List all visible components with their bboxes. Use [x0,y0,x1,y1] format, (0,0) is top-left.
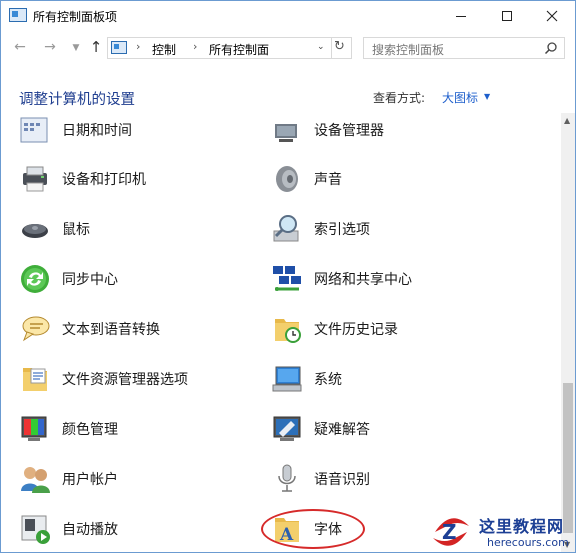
network-icon [271,263,303,295]
minimize-button[interactable] [438,1,484,31]
up-button[interactable]: ↑ [87,38,105,56]
clock-icon [19,114,51,146]
item-label: 声音 [314,172,342,188]
folder-options-icon [19,363,51,395]
speaker-icon [271,163,303,195]
view-by-chevron-icon[interactable]: ▼ [484,92,490,101]
breadcrumb-control[interactable]: 控制 [152,41,176,58]
user-accounts-icon [19,463,51,495]
search-input[interactable]: 搜索控制面板 [363,37,565,59]
item-label: 疑难解答 [314,422,370,438]
item-network-sharing[interactable]: 网络和共享中心 [271,259,412,299]
control-panel-items: 日期和时间 设备管理器 设备和打印机 声音 鼠标 索引选项 同步中心 网络和共享… [1,113,561,552]
search-icon[interactable] [544,41,558,55]
printer-icon [19,163,51,195]
item-label: 系统 [314,372,342,388]
microphone-icon [271,463,303,495]
highlight-circle [261,509,365,549]
item-text-to-speech[interactable]: 文本到语音转换 [19,309,160,349]
back-button[interactable]: ← [11,39,29,55]
close-icon [546,10,558,22]
item-label: 设备管理器 [314,123,384,139]
item-sound[interactable]: 声音 [271,159,342,199]
item-label: 自动播放 [62,522,118,538]
breadcrumb-separator-icon[interactable]: › [136,40,140,53]
item-label: 文本到语音转换 [62,322,160,338]
svg-text:Z: Z [442,520,457,544]
breadcrumb-separator-icon[interactable]: › [193,40,197,53]
refresh-button[interactable]: ↻ [334,39,345,54]
item-label: 文件历史记录 [314,322,398,338]
item-date-time[interactable]: 日期和时间 [19,113,132,150]
speech-bubble-icon [19,313,51,345]
system-icon [271,363,303,395]
item-label: 语音识别 [314,472,370,488]
item-troubleshooting[interactable]: 疑难解答 [271,409,370,449]
recent-locations-chevron-icon[interactable]: ▼ [67,43,85,53]
close-button[interactable] [529,1,575,31]
troubleshoot-icon [271,413,303,445]
watermark-url: herecours.com [487,536,569,549]
minimize-icon [456,15,466,17]
address-bar[interactable]: › 控制 › 所有控制面 ⌄ ↻ [107,37,352,59]
autoplay-icon [19,513,51,545]
item-indexing-options[interactable]: 索引选项 [271,209,370,249]
item-sync-center[interactable]: 同步中心 [19,259,118,299]
control-panel-icon [111,41,127,54]
view-by-dropdown[interactable]: 大图标 [442,89,478,106]
item-color-management[interactable]: 颜色管理 [19,409,118,449]
forward-button[interactable]: → [41,39,59,55]
watermark-logo-icon: Z [433,518,469,546]
item-label: 索引选项 [314,222,370,238]
watermark-title: 这里教程网 [479,517,565,536]
item-system[interactable]: 系统 [271,359,342,399]
item-file-history[interactable]: 文件历史记录 [271,309,398,349]
device-manager-icon [271,114,303,146]
item-autoplay[interactable]: 自动播放 [19,509,118,549]
search-placeholder: 搜索控制面板 [372,43,445,57]
address-dropdown-chevron-icon[interactable]: ⌄ [317,42,325,52]
item-speech-recognition[interactable]: 语音识别 [271,459,370,499]
view-by-label: 查看方式: [373,91,426,105]
item-label: 文件资源管理器选项 [62,372,188,388]
page-title: 调整计算机的设置 [19,92,135,108]
item-device-manager[interactable]: 设备管理器 [271,113,384,150]
maximize-button[interactable] [484,1,530,31]
indexing-icon [271,213,303,245]
window-title: 所有控制面板项 [33,10,118,24]
sync-icon [19,263,51,295]
item-folder-options[interactable]: 文件资源管理器选项 [19,359,188,399]
breadcrumb-all-items[interactable]: 所有控制面 [209,41,269,58]
mouse-icon [19,213,51,245]
watermark: Z 这里教程网 herecours.com [429,510,575,552]
scroll-up-icon[interactable]: ▲ [564,116,570,125]
control-panel-window: 所有控制面板项 ← → ▼ ↑ › 控制 › 所有控制面 ⌄ ↻ 搜索控制面板 [0,0,576,553]
item-devices-printers[interactable]: 设备和打印机 [19,159,146,199]
file-history-icon [271,313,303,345]
color-management-icon [19,413,51,445]
item-label: 同步中心 [62,272,118,288]
item-label: 日期和时间 [62,123,132,139]
item-user-accounts[interactable]: 用户帐户 [19,459,118,499]
item-label: 设备和打印机 [62,172,146,188]
item-label: 网络和共享中心 [314,272,412,288]
control-panel-icon [9,8,27,22]
item-label: 颜色管理 [62,422,118,438]
vertical-scrollbar[interactable]: ▲ ▼ [561,113,575,552]
item-label: 用户帐户 [62,472,118,488]
maximize-icon [502,11,512,21]
item-mouse[interactable]: 鼠标 [19,209,90,249]
title-bar: 所有控制面板项 [1,1,575,31]
address-divider [331,38,332,58]
item-label: 鼠标 [62,222,90,238]
navigation-bar: ← → ▼ ↑ › 控制 › 所有控制面 ⌄ ↻ 搜索控制面板 [1,33,575,63]
